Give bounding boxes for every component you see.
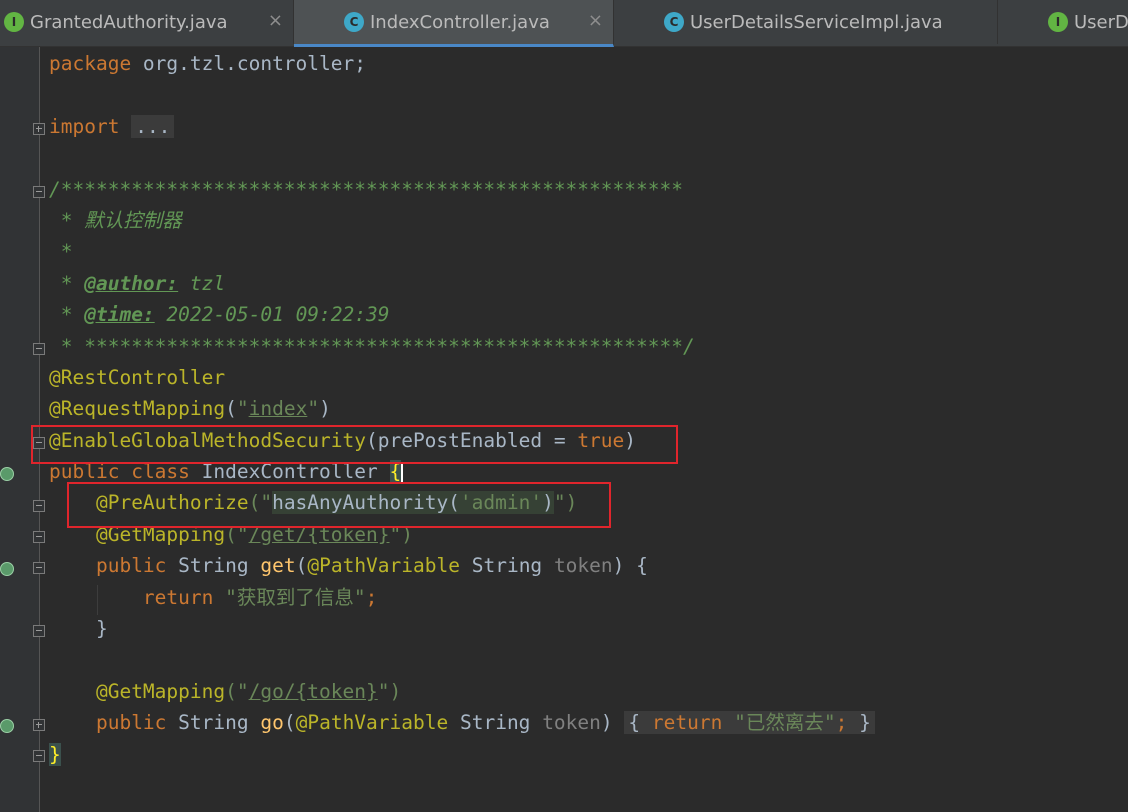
close-icon[interactable]: × <box>588 10 603 31</box>
fold-collapse-icon[interactable] <box>33 750 45 762</box>
tab-label: UserDetailsServiceImpl.java <box>690 11 943 33</box>
tab-granted-authority[interactable]: I GrantedAuthority.java × <box>0 0 294 44</box>
tab-index-controller[interactable]: C IndexController.java × <box>294 0 614 47</box>
request-mapping-marker-icon[interactable] <box>0 562 14 576</box>
code-line: @GetMapping("/go/{token}") <box>95 679 402 703</box>
fold-collapse-icon[interactable] <box>33 562 45 574</box>
interface-icon: I <box>4 12 24 32</box>
tab-user-d[interactable]: I UserD <box>998 0 1128 44</box>
highlight-box-pre-authorize <box>67 482 611 528</box>
code-line: return "获取到了信息"; <box>142 585 378 609</box>
class-icon: C <box>664 12 684 32</box>
fold-collapse-icon[interactable] <box>33 531 45 543</box>
code-line: public String get(@PathVariable String t… <box>95 554 648 578</box>
code-line: * <box>49 240 73 264</box>
folded-imports[interactable]: ... <box>131 114 175 138</box>
bean-marker-icon[interactable] <box>0 467 14 481</box>
class-icon: C <box>344 12 364 32</box>
code-editor[interactable]: package org.tzl.controller; import ... /… <box>49 48 1124 770</box>
code-line: public String go(@PathVariable String to… <box>49 707 1124 738</box>
request-mapping-marker-icon[interactable] <box>0 719 14 733</box>
tab-label: GrantedAuthority.java <box>30 11 228 33</box>
fold-collapse-icon[interactable] <box>33 186 45 198</box>
code-line: * @time: 2022-05-01 09:22:39 <box>49 303 390 327</box>
code-line: package org.tzl.controller; <box>49 52 366 75</box>
code-line: } <box>49 739 1124 770</box>
code-line: } <box>95 617 108 641</box>
fold-collapse-icon[interactable] <box>33 500 45 512</box>
code-line: * **************************************… <box>49 334 695 358</box>
tab-user-details-service-impl[interactable]: C UserDetailsServiceImpl.java <box>614 0 998 44</box>
code-line: /***************************************… <box>49 177 683 201</box>
folded-method-body[interactable]: { return "已然离去"; } <box>624 711 875 735</box>
matched-brace: } <box>49 742 61 766</box>
editor-tab-bar: I GrantedAuthority.java × C IndexControl… <box>0 0 1128 47</box>
text-caret <box>401 462 404 483</box>
fold-collapse-icon[interactable] <box>33 625 45 637</box>
code-line: @RestController <box>49 365 226 389</box>
code-line: * 默认控制器 <box>49 208 182 232</box>
fold-expand-icon[interactable] <box>33 123 45 135</box>
fold-collapse-icon[interactable] <box>33 343 45 355</box>
code-line: import ... <box>49 111 1124 142</box>
tab-label: UserD <box>1074 11 1128 33</box>
code-line: * @author: tzl <box>49 271 226 295</box>
fold-expand-icon[interactable] <box>33 719 45 731</box>
code-line: @RequestMapping("index") <box>49 397 331 421</box>
close-icon[interactable]: × <box>268 10 283 31</box>
tab-label: IndexController.java <box>370 11 550 33</box>
highlight-box-enable-global-method-security <box>31 425 678 464</box>
interface-icon: I <box>1048 12 1068 32</box>
